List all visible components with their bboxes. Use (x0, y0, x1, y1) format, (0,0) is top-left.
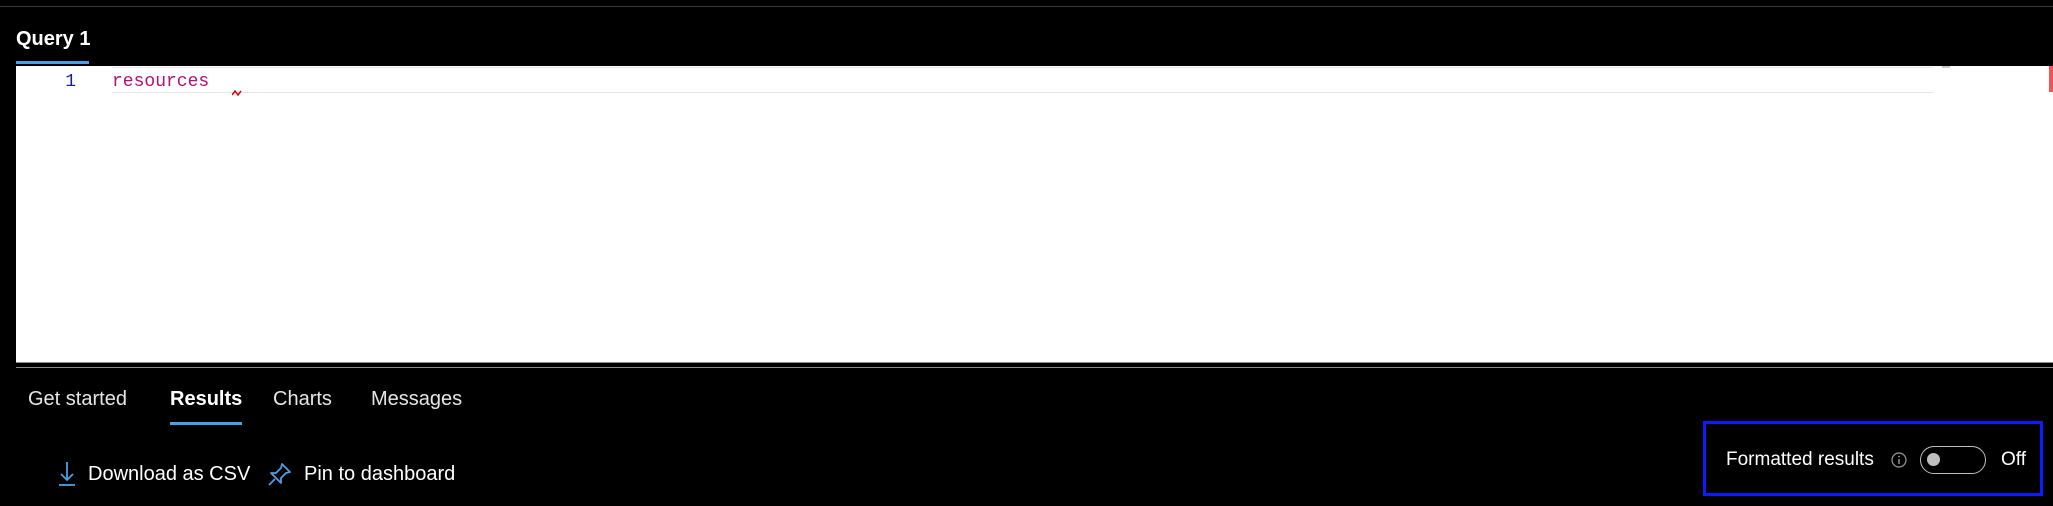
toggle-state-label: Off (2001, 449, 2026, 470)
tab-label: Messages (371, 388, 463, 410)
download-csv-button[interactable]: Download as CSV (58, 458, 250, 490)
code-line[interactable]: resources (112, 72, 209, 92)
line-number: 1 (65, 72, 76, 92)
pane-splitter[interactable] (16, 362, 2053, 368)
tab-label: Results (170, 388, 243, 410)
pin-to-dashboard-button[interactable]: Pin to dashboard (268, 458, 455, 490)
error-squiggle-icon (232, 90, 242, 96)
query-tab-active-indicator (16, 61, 89, 64)
formatted-results-label: Formatted results (1726, 449, 1874, 470)
download-icon (59, 462, 75, 486)
tab-messages[interactable]: Messages (371, 388, 462, 411)
tab-label: Charts (273, 388, 332, 410)
top-divider (0, 6, 2053, 7)
pin-icon (268, 463, 291, 486)
error-scroll-marker (2049, 66, 2053, 92)
query-tab-label: Query 1 (16, 28, 91, 50)
formatted-results-toggle[interactable] (1920, 446, 1986, 474)
tab-results[interactable]: Results (170, 388, 243, 425)
query-editor[interactable]: 1 resources (16, 66, 2053, 362)
current-line-highlight (112, 67, 1934, 93)
tab-query-1[interactable]: Query 1 (16, 28, 90, 64)
info-icon[interactable] (1891, 452, 1907, 468)
download-csv-label: Download as CSV (88, 462, 251, 485)
toggle-knob (1927, 453, 1940, 466)
tab-label: Get started (28, 388, 127, 410)
tab-charts[interactable]: Charts (273, 388, 332, 411)
pin-to-dashboard-label: Pin to dashboard (304, 462, 456, 485)
overview-ruler-mark (1942, 66, 1950, 68)
tab-get-started[interactable]: Get started (28, 388, 127, 411)
active-tab-indicator (170, 422, 243, 425)
